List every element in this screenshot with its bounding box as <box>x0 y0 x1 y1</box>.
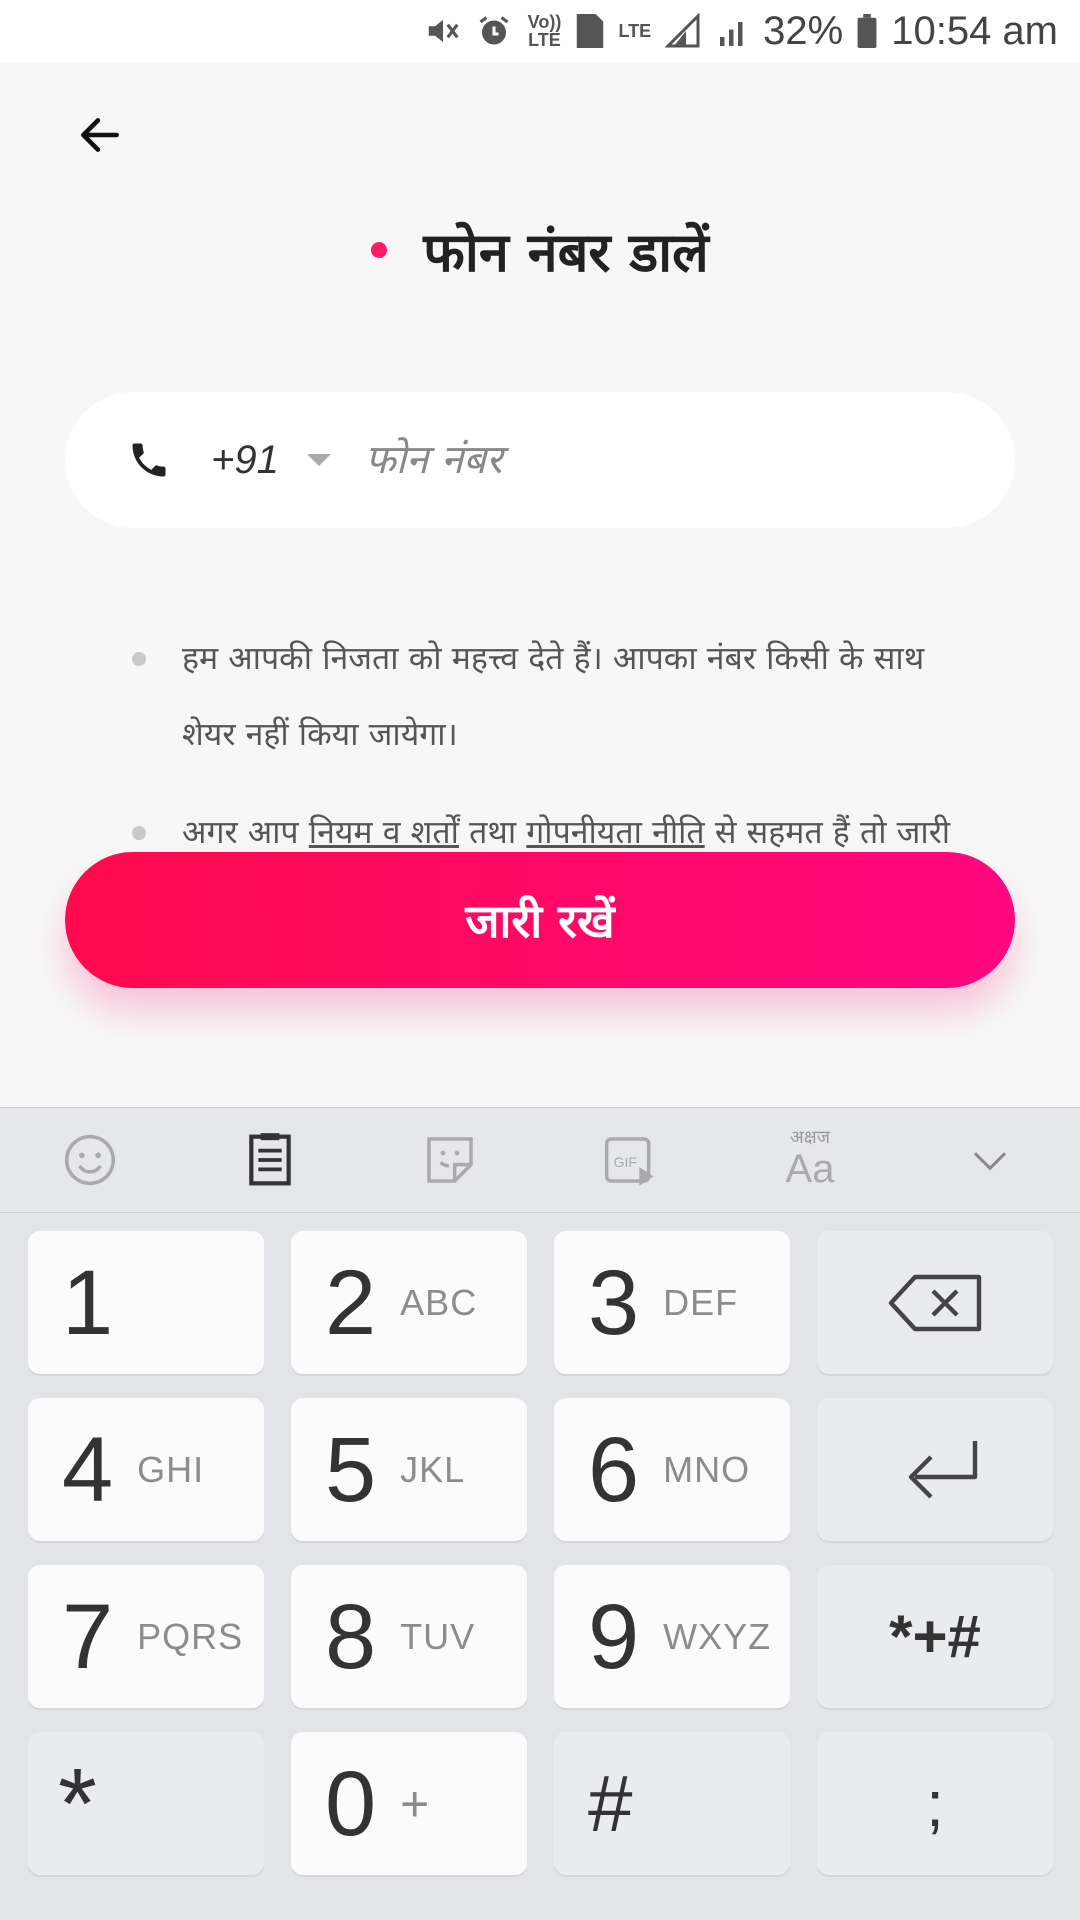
enter-icon <box>908 1440 978 1499</box>
phone-number-input[interactable] <box>362 436 847 484</box>
roaming-signal-icon <box>715 11 749 51</box>
backspace-icon <box>888 1274 982 1331</box>
chevron-down-icon <box>973 1152 1007 1171</box>
keyboard-toolbar: GIF अक्षज Aa <box>0 1107 1080 1213</box>
arrow-left-icon <box>81 118 119 152</box>
terms-prefix: अगर आप <box>182 813 309 851</box>
key-5[interactable]: 5 JKL <box>291 1398 527 1541</box>
hash-key[interactable]: # <box>554 1732 790 1875</box>
gif-icon: GIF <box>604 1137 654 1186</box>
volte-icon: Vo)) LTE <box>527 12 562 50</box>
terms-mid: तथा <box>458 813 527 851</box>
star-key[interactable]: * <box>28 1732 264 1875</box>
clipboard-icon <box>249 1133 291 1186</box>
privacy-policy-link[interactable]: गोपनीयता नीति <box>526 813 704 851</box>
key-2[interactable]: 2 ABC <box>291 1231 527 1374</box>
clock: 10:54 am <box>891 8 1058 53</box>
svg-text:GIF: GIF <box>614 1154 637 1170</box>
mute-icon <box>424 11 462 51</box>
keypad: 1 2 ABC 3 DEF 4 GHI 5 JKL 6 MNO 7 PQRS 8 TUV 9W… <box>28 1231 1053 1875</box>
battery-percentage: 32% <box>763 8 844 53</box>
key-4[interactable]: 4 GHI <box>28 1398 264 1541</box>
sim-icon <box>576 11 604 51</box>
collapse-keyboard-button[interactable] <box>945 1115 1035 1205</box>
page-header: फोन नंबर डालें <box>0 215 1080 285</box>
key-9[interactable]: 9 WXYZ <box>554 1565 790 1708</box>
key-7[interactable]: 7 PQRS <box>28 1565 264 1708</box>
continue-button[interactable]: जारी रखें <box>65 852 1015 988</box>
emoji-button[interactable] <box>45 1115 135 1205</box>
sticker-icon <box>427 1137 473 1183</box>
alarm-icon <box>476 11 512 51</box>
privacy-note: हम आपकी निजता को महत्त्व देते हैं। आपका … <box>132 620 962 772</box>
status-bar: Vo)) LTE LTE 32% 10:54 am <box>0 0 1080 62</box>
key-1[interactable]: 1 <box>28 1231 264 1374</box>
title-dot <box>371 242 388 258</box>
symbols-key[interactable]: *+# <box>817 1565 1053 1708</box>
sticker-button[interactable] <box>405 1115 495 1205</box>
lte-icon: LTE <box>618 21 652 41</box>
enter-key[interactable] <box>817 1398 1053 1541</box>
language-button[interactable]: अक्षज Aa <box>765 1115 855 1205</box>
numeric-keyboard: GIF अक्षज Aa 1 2 ABC 3 DEF 4 GHI 5 JKL 6 MNO … <box>0 1107 1080 1920</box>
gif-button[interactable]: GIF <box>585 1115 675 1205</box>
signal-icon <box>665 11 701 51</box>
clipboard-button[interactable] <box>225 1115 315 1205</box>
language-script-label: अक्षज <box>789 1127 830 1148</box>
terms-link[interactable]: नियम व शर्तों <box>309 813 459 851</box>
back-button[interactable] <box>70 105 130 165</box>
key-3[interactable]: 3 DEF <box>554 1231 790 1374</box>
page-title: फोन नंबर डालें <box>423 221 709 284</box>
key-6[interactable]: 6 MNO <box>554 1398 790 1541</box>
phone-icon <box>132 443 166 477</box>
chevron-down-icon[interactable] <box>306 454 331 466</box>
key-0[interactable]: 0 + <box>291 1732 527 1875</box>
info-notes: हम आपकी निजता को महत्त्व देते हैं। आपका … <box>132 620 962 870</box>
phone-number-field[interactable]: +91 <box>65 392 1015 528</box>
language-icon: Aa <box>785 1147 835 1191</box>
semicolon-key[interactable]: ; <box>817 1732 1053 1875</box>
country-code-selector[interactable]: +91 <box>211 438 279 483</box>
terms-suffix: से सहमत हैं तो जारी <box>704 813 951 851</box>
backspace-key[interactable] <box>817 1231 1053 1374</box>
key-8[interactable]: 8 TUV <box>291 1565 527 1708</box>
battery-icon <box>857 11 877 51</box>
emoji-icon <box>64 1134 116 1186</box>
